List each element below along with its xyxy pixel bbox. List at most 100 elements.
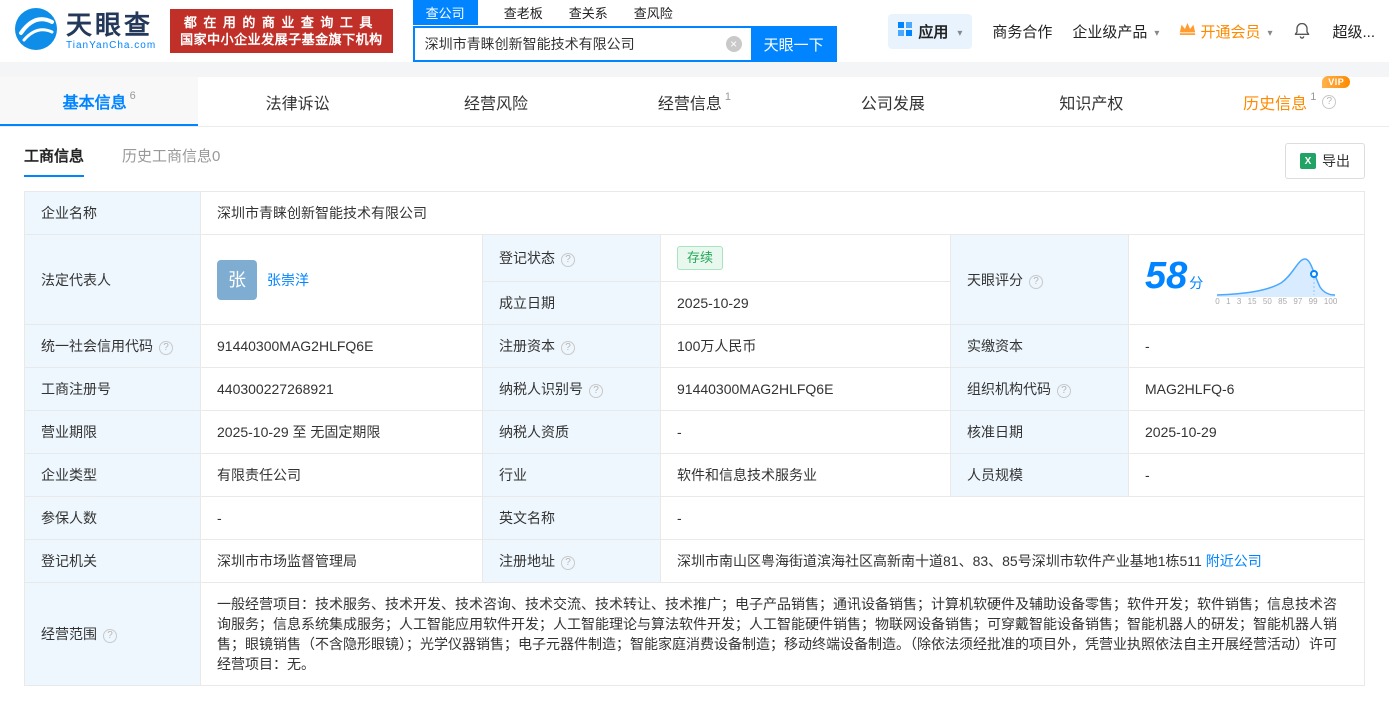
label-reg-number: 工商注册号 xyxy=(25,368,201,411)
value-paid-capital: - xyxy=(1129,325,1365,368)
value-english-name: - xyxy=(661,497,1365,540)
chevron-down-icon xyxy=(954,23,962,40)
subtab-business-info[interactable]: 工商信息 xyxy=(24,145,84,177)
table-row: 参保人数 - 英文名称 - xyxy=(25,497,1365,540)
tab-label: 法律诉讼 xyxy=(266,90,330,114)
help-icon[interactable] xyxy=(159,341,173,355)
tab-intellectual-property[interactable]: 知识产权 xyxy=(992,77,1190,126)
label-staff-size: 人员规模 xyxy=(951,454,1129,497)
tab-basic-info[interactable]: 基本信息 6 xyxy=(0,77,198,126)
search-tab-relation[interactable]: 查关系 xyxy=(569,3,608,22)
help-icon[interactable] xyxy=(1029,275,1043,289)
label-industry: 行业 xyxy=(483,454,661,497)
value-reg-authority: 深圳市市场监督管理局 xyxy=(201,540,483,583)
value-company-type: 有限责任公司 xyxy=(201,454,483,497)
tab-legal-litigation[interactable]: 法律诉讼 xyxy=(198,77,396,126)
table-row: 经营范围 一般经营项目：技术服务、技术开发、技术咨询、技术交流、技术转让、技术推… xyxy=(25,583,1365,686)
tianyancha-logo[interactable]: 天眼查 TianYanCha.com xyxy=(14,7,156,56)
search-tab-boss[interactable]: 查老板 xyxy=(504,3,543,22)
label-paid-capital: 实缴资本 xyxy=(951,325,1129,368)
tab-label: 知识产权 xyxy=(1059,90,1123,114)
top-header: 天眼查 TianYanCha.com 都在用的商业查询工具 国家中小企业发展子基… xyxy=(0,0,1389,62)
tab-count: 1 xyxy=(1310,91,1316,103)
label-approval-date: 核准日期 xyxy=(951,411,1129,454)
score-chart-axis: 0131550859799100 xyxy=(1215,297,1337,307)
export-label: 导出 xyxy=(1322,151,1350,171)
super-vip-link[interactable]: 超级... xyxy=(1332,21,1375,42)
tab-company-development[interactable]: 公司发展 xyxy=(794,77,992,126)
nearby-companies-link[interactable]: 附近公司 xyxy=(1206,553,1262,569)
score-chart: 0131550859799100 xyxy=(1215,253,1337,307)
logo-icon xyxy=(14,7,58,56)
slogan-line1: 都在用的商业查询工具 xyxy=(180,14,383,31)
tab-history-info[interactable]: VIP 历史信息 1 xyxy=(1191,77,1389,126)
help-icon[interactable] xyxy=(561,341,575,355)
enterprise-product-menu[interactable]: 企业级产品 xyxy=(1072,21,1159,42)
chevron-down-icon xyxy=(1151,23,1159,40)
label-credit-code: 统一社会信用代码 xyxy=(25,325,201,368)
business-info-table: 企业名称 深圳市青睐创新智能技术有限公司 法定代表人 张 张崇洋 登记状态 xyxy=(24,191,1365,686)
export-button[interactable]: 导出 xyxy=(1285,143,1365,179)
value-taxpayer-quality: - xyxy=(661,411,951,454)
enterprise-label: 企业级产品 xyxy=(1072,21,1147,42)
tab-label: 公司发展 xyxy=(861,90,925,114)
label-reg-capital: 注册资本 xyxy=(483,325,661,368)
tab-operating-risk[interactable]: 经营风险 xyxy=(397,77,595,126)
tab-label: 经营信息 xyxy=(658,90,722,114)
label-taxpayer-quality: 纳税人资质 xyxy=(483,411,661,454)
table-row: 统一社会信用代码 91440300MAG2HLFQ6E 注册资本 100万人民币… xyxy=(25,325,1365,368)
open-vip-menu[interactable]: 开通会员 xyxy=(1179,21,1272,42)
tab-operating-info[interactable]: 经营信息 1 xyxy=(595,77,793,126)
apps-label: 应用 xyxy=(918,21,948,42)
table-row: 营业期限 2025-10-29 至 无固定期限 纳税人资质 - 核准日期 202… xyxy=(25,411,1365,454)
excel-icon xyxy=(1300,153,1316,169)
legal-rep-avatar[interactable]: 张 xyxy=(217,260,257,300)
help-icon[interactable] xyxy=(103,629,117,643)
value-industry: 软件和信息技术服务业 xyxy=(661,454,951,497)
notification-bell-icon[interactable] xyxy=(1292,21,1312,41)
value-establish-date: 2025-10-29 xyxy=(661,282,951,325)
clear-search-icon[interactable] xyxy=(726,36,742,52)
help-icon[interactable] xyxy=(561,556,575,570)
brand-name: 天眼查 xyxy=(66,11,156,40)
label-org-code: 组织机构代码 xyxy=(951,368,1129,411)
tab-label: 经营风险 xyxy=(464,90,528,114)
business-cooperation-link[interactable]: 商务合作 xyxy=(992,21,1052,42)
value-business-term: 2025-10-29 至 无固定期限 xyxy=(201,411,483,454)
value-business-scope: 一般经营项目：技术服务、技术开发、技术咨询、技术交流、技术转让、技术推广；电子产… xyxy=(201,583,1365,686)
brand-domain: TianYanCha.com xyxy=(66,40,156,51)
label-insured-count: 参保人数 xyxy=(25,497,201,540)
legal-rep-link[interactable]: 张崇洋 xyxy=(267,270,309,290)
table-row: 登记机关 深圳市市场监督管理局 注册地址 深圳市南山区粤海街道滨海社区高新南十道… xyxy=(25,540,1365,583)
tab-label: 历史信息 xyxy=(1243,90,1307,114)
search-button[interactable]: 天眼一下 xyxy=(751,26,837,62)
status-badge: 存续 xyxy=(677,246,723,270)
tab-label: 基本信息 xyxy=(63,89,127,113)
search-tab-risk[interactable]: 查风险 xyxy=(634,3,673,22)
value-taxpayer-id: 91440300MAG2HLFQ6E xyxy=(661,368,951,411)
help-icon[interactable] xyxy=(561,253,575,267)
help-icon[interactable] xyxy=(1057,384,1071,398)
search-input[interactable] xyxy=(413,26,751,62)
label-reg-status: 登记状态 xyxy=(483,235,661,282)
header-divider-strip xyxy=(0,62,1389,77)
search-tab-company[interactable]: 查公司 xyxy=(413,0,478,25)
subtab-history-business-info[interactable]: 历史工商信息0 xyxy=(122,145,220,177)
slogan-line2: 国家中小企业发展子基金旗下机构 xyxy=(180,31,383,48)
value-reg-capital: 100万人民币 xyxy=(661,325,951,368)
table-row: 法定代表人 张 张崇洋 登记状态 存续 天眼评分 xyxy=(25,235,1365,282)
vip-badge: VIP xyxy=(1322,76,1350,88)
help-icon[interactable] xyxy=(1322,95,1336,109)
help-icon[interactable] xyxy=(589,384,603,398)
value-org-code: MAG2HLFQ-6 xyxy=(1129,368,1365,411)
grid-icon xyxy=(898,22,912,40)
chevron-down-icon xyxy=(1264,23,1272,40)
table-row: 企业类型 有限责任公司 行业 软件和信息技术服务业 人员规模 - xyxy=(25,454,1365,497)
subnav: 工商信息 历史工商信息0 导出 xyxy=(0,127,1389,187)
apps-menu[interactable]: 应用 xyxy=(888,14,972,49)
label-reg-authority: 登记机关 xyxy=(25,540,201,583)
table-row: 企业名称 深圳市青睐创新智能技术有限公司 xyxy=(25,192,1365,235)
tianyancha-company-page: 天眼查 TianYanCha.com 都在用的商业查询工具 国家中小企业发展子基… xyxy=(0,0,1389,710)
value-credit-code: 91440300MAG2HLFQ6E xyxy=(201,325,483,368)
value-reg-address: 深圳市南山区粤海街道滨海社区高新南十道81、83、85号深圳市软件产业基地1栋5… xyxy=(661,540,1365,583)
